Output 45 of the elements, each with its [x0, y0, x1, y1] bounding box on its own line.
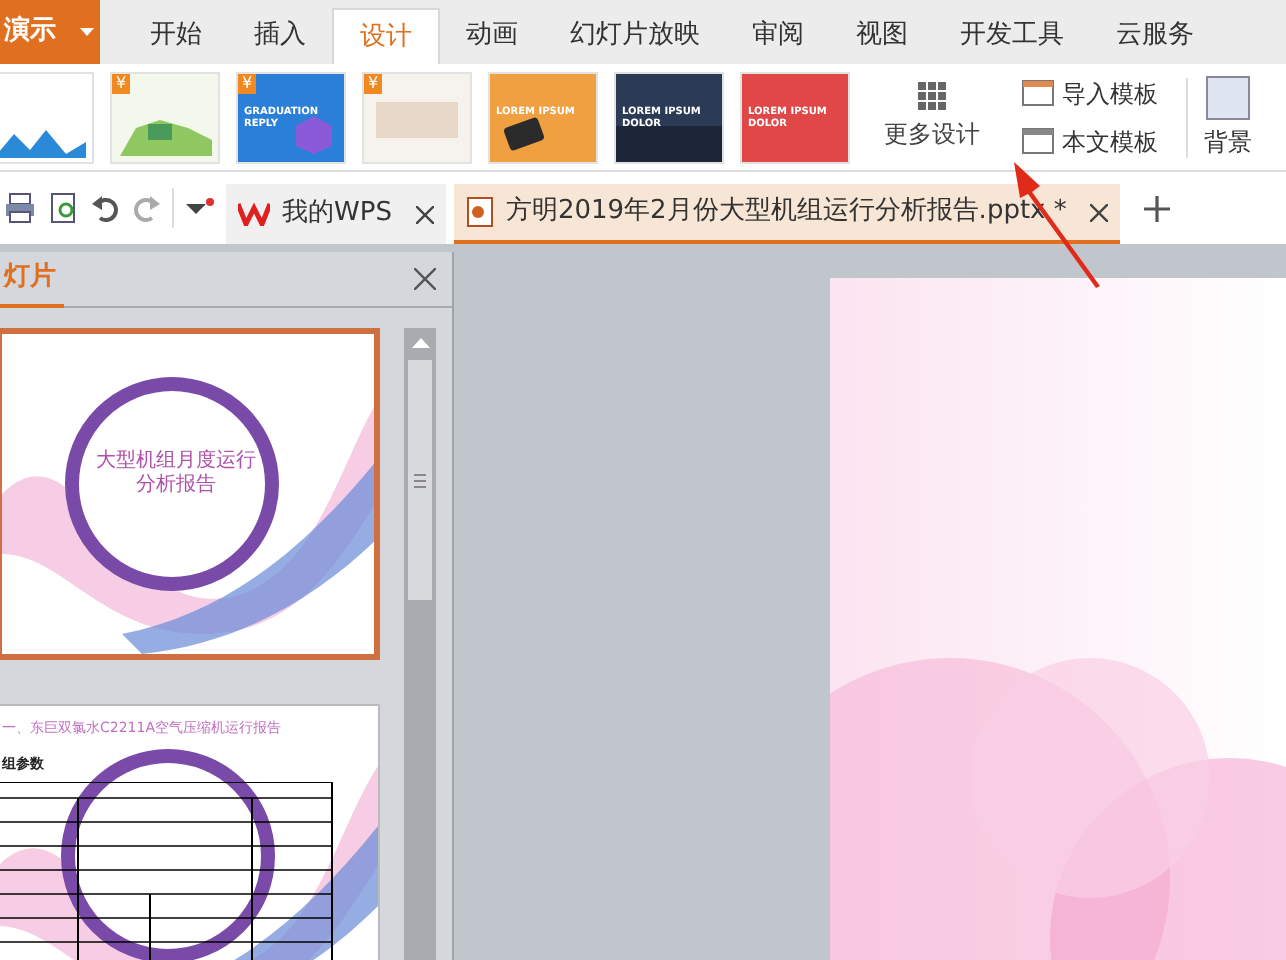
new-tab-icon[interactable]: [1144, 195, 1171, 221]
close-icon[interactable]: [1090, 203, 1109, 221]
tab-title: 我的WPS: [282, 196, 392, 233]
slide-thumbnail[interactable]: 大型机组月度运行分析报告: [0, 328, 380, 660]
grid-icon: [918, 82, 946, 110]
menu-tab[interactable]: 开发工具: [934, 8, 1090, 64]
template-icon: [1022, 128, 1054, 154]
close-icon[interactable]: [415, 205, 434, 223]
scrollbar[interactable]: [404, 328, 436, 960]
menu-tab[interactable]: 视图: [830, 8, 934, 64]
menu-tab[interactable]: 开始: [124, 8, 228, 64]
print-preview-icon[interactable]: [48, 192, 80, 224]
price-badge: ¥: [364, 73, 383, 93]
template-action-button[interactable]: 导入模板: [1022, 75, 1158, 111]
app-label: 演示: [4, 13, 56, 51]
menu-tab[interactable]: 云服务: [1090, 8, 1220, 64]
dropdown-icon[interactable]: [186, 198, 214, 218]
tab-title: 方明2019年2月份大型机组运行分析报告.pptx *: [505, 194, 1067, 231]
slide-title: 大型机组月度运行分析报告: [94, 450, 258, 498]
menu-tab[interactable]: 审阅: [726, 8, 830, 64]
price-badge: ¥: [238, 73, 257, 93]
menu-tab[interactable]: 插入: [228, 8, 332, 64]
price-badge: ¥: [112, 73, 131, 93]
print-icon[interactable]: [4, 192, 36, 224]
document-tab[interactable]: 方明2019年2月份大型机组运行分析报告.pptx *: [453, 184, 1121, 244]
presentation-file-icon: [465, 196, 494, 228]
menu-tab[interactable]: 幻灯片放映: [544, 8, 726, 64]
template-thumbnail[interactable]: [0, 71, 94, 163]
grip-icon: [414, 473, 426, 487]
caret-icon: [80, 28, 94, 36]
photo-placeholder: [376, 101, 458, 137]
more-designs-button[interactable]: 更多设计: [866, 71, 998, 163]
background-icon: [1206, 75, 1250, 119]
wps-logo-icon: [238, 202, 270, 226]
document-tab[interactable]: 我的WPS: [226, 184, 446, 244]
cube-drawing: [292, 111, 336, 155]
close-icon[interactable]: [414, 268, 436, 290]
photo-placeholder: [616, 125, 722, 161]
template-action-button[interactable]: 本文模板: [1022, 123, 1158, 159]
template-icon: [1022, 80, 1054, 106]
undo-icon[interactable]: [92, 194, 120, 222]
menu-tab[interactable]: 动画: [440, 8, 544, 64]
scrollbar-thumb[interactable]: [408, 360, 432, 600]
background-button[interactable]: 背景: [1204, 75, 1252, 159]
mountain-drawing: [0, 125, 86, 157]
